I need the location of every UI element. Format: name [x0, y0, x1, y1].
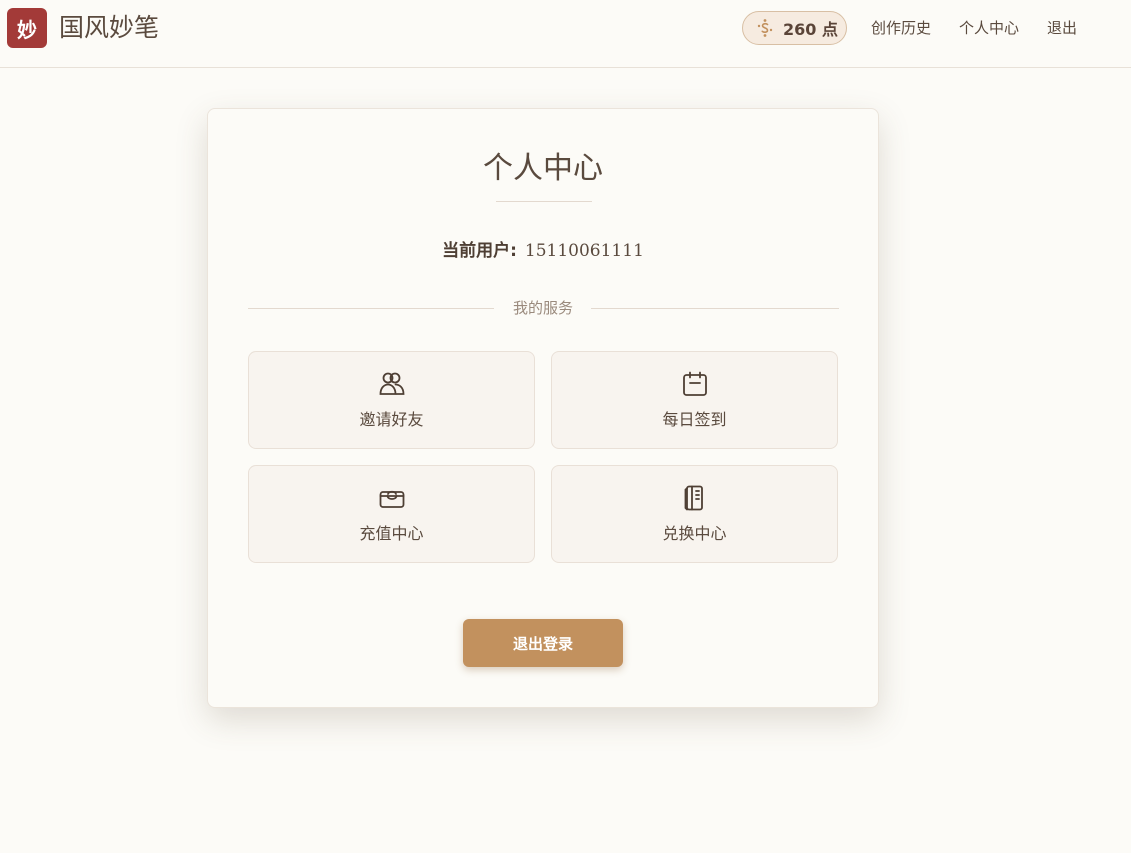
top-navbar: 妙 国风妙笔 260 点 创作历史 个人中心 退出	[0, 0, 1131, 68]
nav-exit[interactable]: 退出	[1047, 17, 1077, 39]
service-label: 兑换中心	[662, 524, 727, 543]
service-label: 充值中心	[359, 524, 424, 543]
calendar-icon	[683, 371, 707, 396]
profile-card: 个人中心 当前用户: 15110061111 我的服务 邀请好友 每日签到 充值…	[207, 108, 879, 708]
service-exchange-center[interactable]: 兑换中心	[551, 465, 838, 563]
points-badge[interactable]: 260 点	[742, 11, 847, 45]
logo-badge[interactable]: 妙	[7, 8, 47, 48]
coin-icon	[757, 19, 773, 37]
current-user-value: 15110061111	[524, 241, 644, 261]
current-user-row: 当前用户: 15110061111	[208, 239, 878, 263]
current-user-label: 当前用户:	[442, 241, 517, 261]
nav-creation-history[interactable]: 创作历史	[871, 17, 931, 39]
section-divider-right	[591, 308, 839, 309]
points-value: 260 点	[783, 20, 838, 39]
title-divider	[496, 201, 592, 202]
nav-personal-center[interactable]: 个人中心	[959, 17, 1019, 39]
brand-name[interactable]: 国风妙笔	[59, 13, 159, 43]
page-title: 个人中心	[483, 151, 603, 186]
recharge-wallet-icon	[379, 490, 405, 508]
invite-friends-icon	[379, 372, 405, 395]
service-recharge-center[interactable]: 充值中心	[248, 465, 535, 563]
service-daily-checkin[interactable]: 每日签到	[551, 351, 838, 449]
service-invite-friends[interactable]: 邀请好友	[248, 351, 535, 449]
service-label: 邀请好友	[359, 410, 424, 429]
exchange-book-icon	[684, 485, 703, 511]
logout-button[interactable]: 退出登录	[463, 619, 623, 667]
service-label: 每日签到	[662, 410, 727, 429]
